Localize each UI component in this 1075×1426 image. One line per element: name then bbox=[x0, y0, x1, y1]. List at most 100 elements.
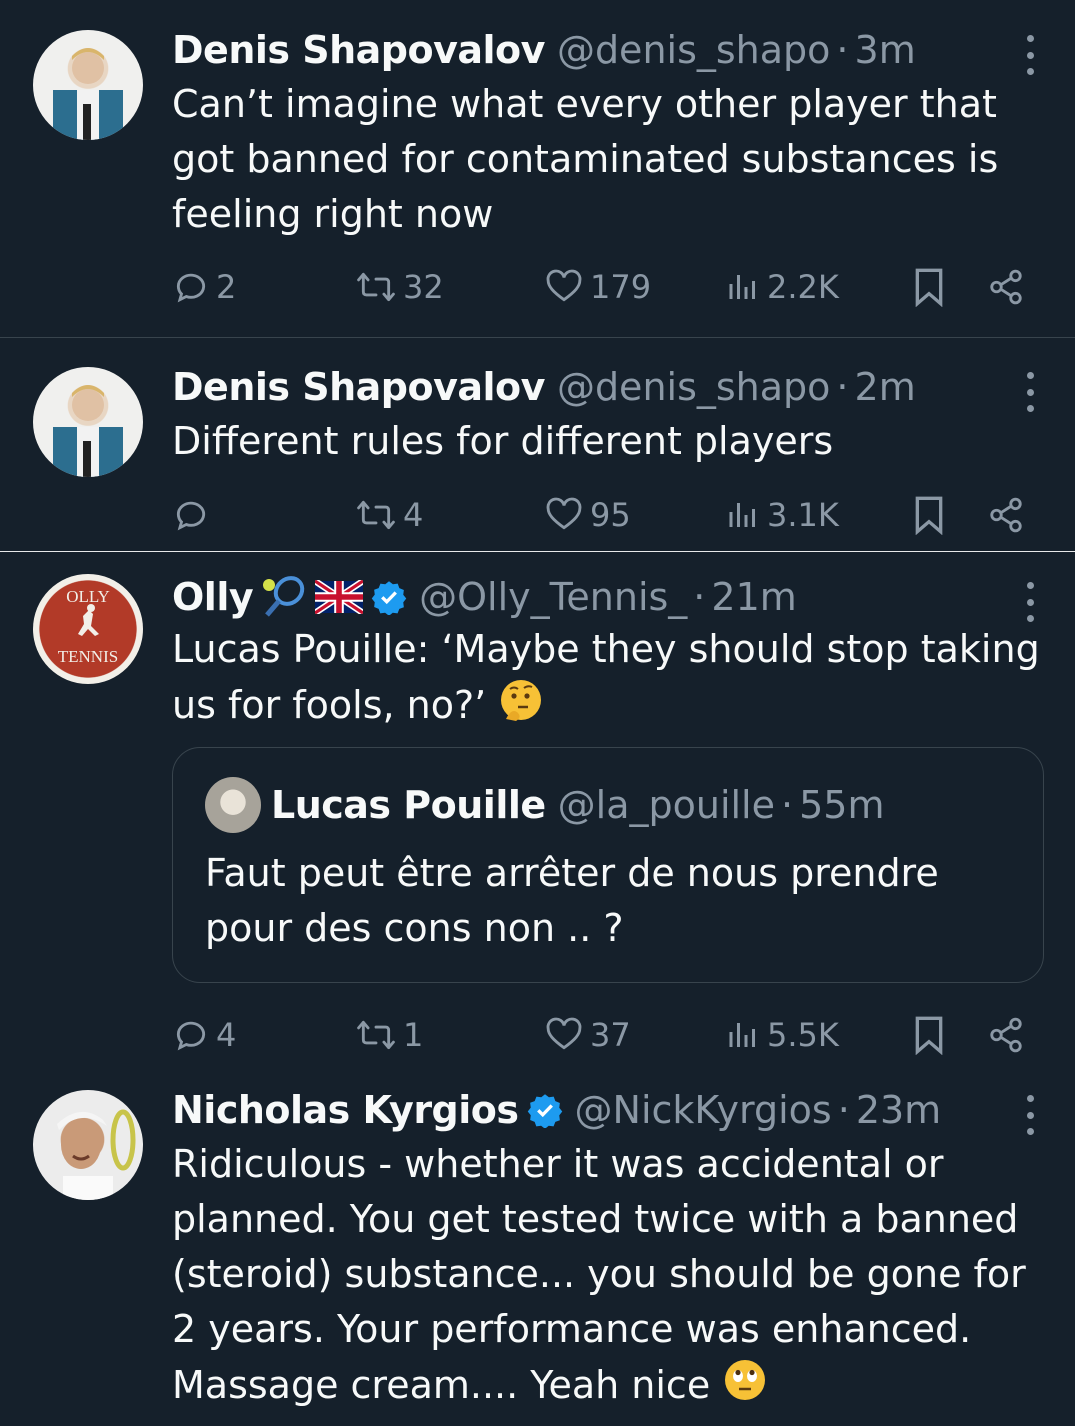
timestamp[interactable]: 21m bbox=[711, 575, 796, 619]
views-count: 3.1K bbox=[767, 496, 839, 534]
share-button[interactable] bbox=[987, 1010, 1025, 1060]
share-icon bbox=[987, 496, 1025, 534]
reply-icon bbox=[172, 1016, 210, 1054]
quoted-avatar[interactable] bbox=[205, 777, 261, 833]
like-count: 179 bbox=[590, 268, 652, 306]
views-icon bbox=[725, 268, 761, 306]
quoted-author-name[interactable]: Lucas Pouille bbox=[271, 783, 546, 827]
like-icon bbox=[544, 496, 584, 534]
retweet-icon bbox=[355, 268, 397, 306]
bookmark-icon bbox=[912, 1015, 946, 1055]
views-icon bbox=[725, 496, 761, 534]
timestamp[interactable]: 3m bbox=[855, 28, 916, 72]
quoted-tweet[interactable]: Lucas Pouille @la_pouille · 55m Faut peu… bbox=[172, 747, 1044, 983]
quoted-author-handle[interactable]: @la_pouille bbox=[558, 783, 775, 827]
author-name[interactable]: Olly bbox=[172, 575, 254, 619]
retweet-button[interactable]: 32 bbox=[355, 262, 444, 312]
separator: · bbox=[781, 783, 794, 827]
bookmark-button[interactable] bbox=[912, 490, 946, 540]
tweet-header: Olly @Olly_Tennis_ · 21m bbox=[172, 572, 797, 622]
bookmark-button[interactable] bbox=[912, 1010, 946, 1060]
retweet-button[interactable]: 1 bbox=[355, 1010, 423, 1060]
like-button[interactable]: 179 bbox=[544, 262, 651, 312]
avatar-text-top: OLLY bbox=[66, 587, 110, 606]
author-name[interactable]: Nicholas Kyrgios bbox=[172, 1088, 519, 1132]
tweet-text: Ridiculous - whether it was accidental o… bbox=[172, 1137, 1052, 1418]
quoted-tweet-header: Lucas Pouille @la_pouille · 55m bbox=[205, 777, 884, 833]
reply-icon bbox=[172, 268, 210, 306]
reply-button[interactable]: 4 bbox=[172, 1010, 236, 1060]
tweet-text: Different rules for different players bbox=[172, 419, 834, 463]
tweet-text: Lucas Pouille: ‘Maybe they should stop t… bbox=[172, 622, 1052, 738]
views-button[interactable]: 2.2K bbox=[725, 262, 839, 312]
tweet-header: Denis Shapovalov @denis_shapo · 2m bbox=[172, 362, 916, 412]
timestamp[interactable]: 2m bbox=[855, 365, 916, 409]
more-icon[interactable] bbox=[1023, 35, 1037, 75]
timestamp[interactable]: 23m bbox=[856, 1088, 941, 1132]
reply-count: 4 bbox=[216, 1016, 237, 1054]
divider bbox=[0, 337, 1075, 338]
author-handle[interactable]: @Olly_Tennis_ bbox=[419, 575, 687, 619]
retweet-count: 4 bbox=[403, 496, 424, 534]
more-icon[interactable] bbox=[1023, 372, 1037, 412]
more-icon[interactable] bbox=[1023, 1095, 1037, 1135]
verified-badge-icon[interactable] bbox=[371, 579, 407, 615]
tweet-text-content: Ridiculous - whether it was accidental o… bbox=[172, 1142, 1026, 1407]
avatar[interactable] bbox=[33, 367, 143, 477]
reply-icon bbox=[172, 496, 210, 534]
like-button[interactable]: 37 bbox=[544, 1010, 631, 1060]
quoted-tweet-text: Faut peut être arrêter de nous prendre p… bbox=[205, 851, 939, 950]
like-count: 95 bbox=[590, 496, 631, 534]
bookmark-icon bbox=[912, 495, 946, 535]
author-name[interactable]: Denis Shapovalov bbox=[172, 365, 545, 409]
views-button[interactable]: 5.5K bbox=[725, 1010, 839, 1060]
views-icon bbox=[725, 1016, 761, 1054]
retweet-icon bbox=[355, 496, 397, 534]
uk-flag-emoji bbox=[315, 580, 364, 614]
tweet-2[interactable]: Denis Shapovalov @denis_shapo · 2m Diffe… bbox=[0, 362, 1075, 542]
tweet-text-content: Lucas Pouille: ‘Maybe they should stop t… bbox=[172, 627, 1040, 727]
separator: · bbox=[836, 365, 849, 409]
avatar[interactable] bbox=[33, 1090, 143, 1200]
action-bar: 2 32 179 2.2K bbox=[172, 262, 1032, 312]
share-button[interactable] bbox=[987, 262, 1025, 312]
tweet-1[interactable]: Denis Shapovalov @denis_shapo · 3m Can’t… bbox=[0, 25, 1075, 335]
avatar[interactable] bbox=[33, 30, 143, 140]
author-handle[interactable]: @NickKyrgios bbox=[575, 1088, 832, 1132]
like-count: 37 bbox=[590, 1016, 631, 1054]
share-button[interactable] bbox=[987, 490, 1025, 540]
bookmark-button[interactable] bbox=[912, 262, 946, 312]
divider bbox=[0, 551, 1075, 552]
eye-roll-emoji bbox=[722, 1357, 768, 1418]
reply-button[interactable]: 2 bbox=[172, 262, 236, 312]
retweet-count: 32 bbox=[403, 268, 444, 306]
retweet-button[interactable]: 4 bbox=[355, 490, 423, 540]
retweet-count: 1 bbox=[403, 1016, 424, 1054]
author-handle[interactable]: @denis_shapo bbox=[557, 28, 830, 72]
like-button[interactable]: 95 bbox=[544, 490, 631, 540]
views-count: 5.5K bbox=[767, 1016, 839, 1054]
tweet-4[interactable]: Nicholas Kyrgios @NickKyrgios · 23m Ridi… bbox=[0, 1085, 1075, 1425]
quoted-timestamp[interactable]: 55m bbox=[799, 783, 884, 827]
action-bar: 4 1 37 5.5K bbox=[172, 1010, 1032, 1060]
more-icon[interactable] bbox=[1023, 582, 1037, 622]
author-name[interactable]: Denis Shapovalov bbox=[172, 28, 545, 72]
thinking-face-emoji bbox=[498, 677, 544, 738]
avatar[interactable]: OLLY TENNIS bbox=[33, 574, 143, 684]
tweet-3[interactable]: OLLY TENNIS Olly @Olly_Tennis_ · 21m Luc… bbox=[0, 572, 1075, 1062]
avatar-text-bottom: TENNIS bbox=[58, 647, 118, 666]
tennis-racket-emoji bbox=[261, 575, 307, 619]
tweet-header: Denis Shapovalov @denis_shapo · 3m bbox=[172, 25, 916, 75]
author-handle[interactable]: @denis_shapo bbox=[557, 365, 830, 409]
views-count: 2.2K bbox=[767, 268, 839, 306]
share-icon bbox=[987, 268, 1025, 306]
like-icon bbox=[544, 268, 584, 306]
share-icon bbox=[987, 1016, 1025, 1054]
reply-button[interactable] bbox=[172, 490, 216, 540]
tweet-text: Can’t imagine what every other player th… bbox=[172, 82, 999, 236]
action-bar: 4 95 3.1K bbox=[172, 490, 1032, 540]
views-button[interactable]: 3.1K bbox=[725, 490, 839, 540]
separator: · bbox=[693, 575, 706, 619]
verified-badge-icon[interactable] bbox=[527, 1092, 563, 1128]
bookmark-icon bbox=[912, 267, 946, 307]
